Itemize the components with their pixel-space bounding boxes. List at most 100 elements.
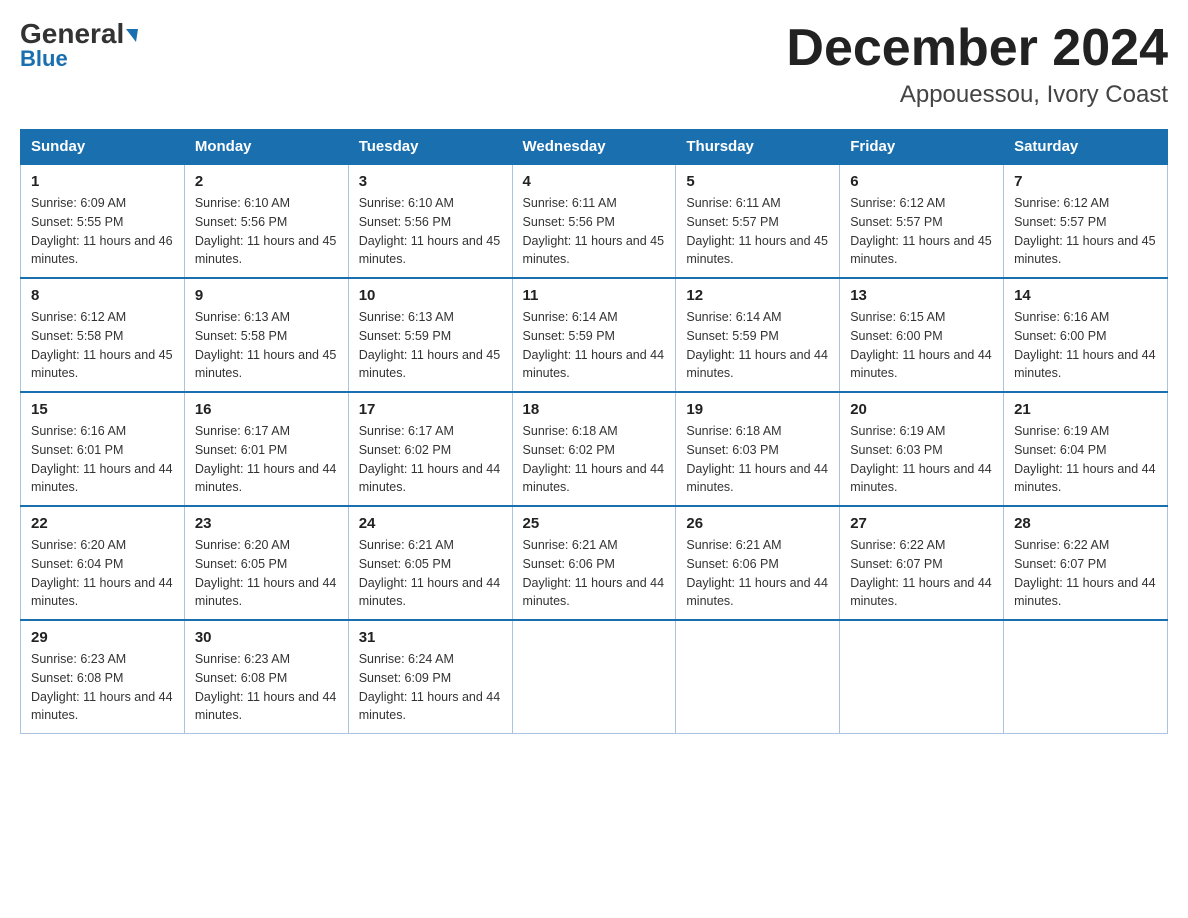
day-number: 29 — [31, 629, 174, 646]
calendar-cell: 5 Sunrise: 6:11 AMSunset: 5:57 PMDaylight… — [676, 164, 840, 278]
calendar-cell: 26 Sunrise: 6:21 AMSunset: 6:06 PMDayligh… — [676, 506, 840, 620]
day-info: Sunrise: 6:09 AMSunset: 5:55 PMDaylight:… — [31, 196, 173, 266]
calendar-cell: 13 Sunrise: 6:15 AMSunset: 6:00 PMDayligh… — [840, 278, 1004, 392]
calendar-cell: 19 Sunrise: 6:18 AMSunset: 6:03 PMDayligh… — [676, 392, 840, 506]
calendar-cell — [676, 620, 840, 734]
weekday-header-monday: Monday — [184, 130, 348, 165]
calendar-cell: 16 Sunrise: 6:17 AMSunset: 6:01 PMDayligh… — [184, 392, 348, 506]
day-number: 17 — [359, 401, 502, 418]
day-info: Sunrise: 6:14 AMSunset: 5:59 PMDaylight:… — [686, 310, 828, 380]
calendar-cell: 27Sunrise: 6:22 AMSunset: 6:07 PMDayligh… — [840, 506, 1004, 620]
month-title: December 2024 — [786, 20, 1168, 77]
weekday-header-friday: Friday — [840, 130, 1004, 165]
day-number: 28 — [1014, 515, 1157, 532]
weekday-header-row: SundayMondayTuesdayWednesdayThursdayFrid… — [21, 130, 1168, 165]
day-info: Sunrise: 6:11 AMSunset: 5:56 PMDaylight:… — [523, 196, 665, 266]
day-number: 18 — [523, 401, 666, 418]
day-number: 9 — [195, 287, 338, 304]
day-number: 24 — [359, 515, 502, 532]
logo-general: General — [20, 20, 138, 48]
calendar-cell: 18 Sunrise: 6:18 AMSunset: 6:02 PMDayligh… — [512, 392, 676, 506]
calendar-cell: 21Sunrise: 6:19 AMSunset: 6:04 PMDayligh… — [1004, 392, 1168, 506]
calendar-cell: 2 Sunrise: 6:10 AMSunset: 5:56 PMDaylight… — [184, 164, 348, 278]
day-number: 12 — [686, 287, 829, 304]
day-number: 2 — [195, 173, 338, 190]
day-number: 11 — [523, 287, 666, 304]
day-number: 27 — [850, 515, 993, 532]
day-info: Sunrise: 6:17 AMSunset: 6:01 PMDaylight:… — [195, 424, 337, 494]
weekday-header-saturday: Saturday — [1004, 130, 1168, 165]
week-row-2: 8 Sunrise: 6:12 AMSunset: 5:58 PMDaylight… — [21, 278, 1168, 392]
day-number: 8 — [31, 287, 174, 304]
calendar-cell: 20Sunrise: 6:19 AMSunset: 6:03 PMDayligh… — [840, 392, 1004, 506]
weekday-header-thursday: Thursday — [676, 130, 840, 165]
calendar-cell: 3 Sunrise: 6:10 AMSunset: 5:56 PMDaylight… — [348, 164, 512, 278]
calendar-cell: 22Sunrise: 6:20 AMSunset: 6:04 PMDayligh… — [21, 506, 185, 620]
day-number: 10 — [359, 287, 502, 304]
day-number: 14 — [1014, 287, 1157, 304]
calendar-cell: 4 Sunrise: 6:11 AMSunset: 5:56 PMDaylight… — [512, 164, 676, 278]
day-number: 6 — [850, 173, 993, 190]
day-info: Sunrise: 6:12 AMSunset: 5:58 PMDaylight:… — [31, 310, 173, 380]
day-info: Sunrise: 6:12 AMSunset: 5:57 PMDaylight:… — [1014, 196, 1156, 266]
weekday-header-wednesday: Wednesday — [512, 130, 676, 165]
day-number: 19 — [686, 401, 829, 418]
day-number: 20 — [850, 401, 993, 418]
week-row-4: 22Sunrise: 6:20 AMSunset: 6:04 PMDayligh… — [21, 506, 1168, 620]
day-info: Sunrise: 6:17 AMSunset: 6:02 PMDaylight:… — [359, 424, 501, 494]
calendar-cell: 29 Sunrise: 6:23 AMSunset: 6:08 PMDayligh… — [21, 620, 185, 734]
calendar-cell: 25 Sunrise: 6:21 AMSunset: 6:06 PMDayligh… — [512, 506, 676, 620]
calendar-cell: 31Sunrise: 6:24 AMSunset: 6:09 PMDayligh… — [348, 620, 512, 734]
day-info: Sunrise: 6:21 AMSunset: 6:06 PMDaylight:… — [523, 538, 665, 608]
page-header: General Blue December 2024 Appouessou, I… — [20, 20, 1168, 109]
calendar-cell: 17 Sunrise: 6:17 AMSunset: 6:02 PMDayligh… — [348, 392, 512, 506]
day-number: 23 — [195, 515, 338, 532]
day-number: 5 — [686, 173, 829, 190]
title-section: December 2024 Appouessou, Ivory Coast — [786, 20, 1168, 109]
day-info: Sunrise: 6:22 AMSunset: 6:07 PMDaylight:… — [1014, 538, 1156, 608]
day-number: 16 — [195, 401, 338, 418]
day-number: 13 — [850, 287, 993, 304]
calendar-cell: 10 Sunrise: 6:13 AMSunset: 5:59 PMDayligh… — [348, 278, 512, 392]
day-number: 15 — [31, 401, 174, 418]
day-number: 4 — [523, 173, 666, 190]
day-info: Sunrise: 6:18 AMSunset: 6:03 PMDaylight:… — [686, 424, 828, 494]
calendar-cell: 23Sunrise: 6:20 AMSunset: 6:05 PMDayligh… — [184, 506, 348, 620]
day-info: Sunrise: 6:12 AMSunset: 5:57 PMDaylight:… — [850, 196, 992, 266]
calendar-table: SundayMondayTuesdayWednesdayThursdayFrid… — [20, 129, 1168, 734]
calendar-cell: 14 Sunrise: 6:16 AMSunset: 6:00 PMDayligh… — [1004, 278, 1168, 392]
week-row-1: 1 Sunrise: 6:09 AMSunset: 5:55 PMDaylight… — [21, 164, 1168, 278]
day-info: Sunrise: 6:14 AMSunset: 5:59 PMDaylight:… — [523, 310, 665, 380]
day-info: Sunrise: 6:20 AMSunset: 6:04 PMDaylight:… — [31, 538, 173, 608]
calendar-cell: 28 Sunrise: 6:22 AMSunset: 6:07 PMDayligh… — [1004, 506, 1168, 620]
week-row-3: 15Sunrise: 6:16 AMSunset: 6:01 PMDayligh… — [21, 392, 1168, 506]
day-info: Sunrise: 6:23 AMSunset: 6:08 PMDaylight:… — [31, 652, 173, 722]
day-number: 26 — [686, 515, 829, 532]
day-info: Sunrise: 6:11 AMSunset: 5:57 PMDaylight:… — [686, 196, 828, 266]
day-info: Sunrise: 6:10 AMSunset: 5:56 PMDaylight:… — [195, 196, 337, 266]
day-info: Sunrise: 6:18 AMSunset: 6:02 PMDaylight:… — [523, 424, 665, 494]
day-number: 1 — [31, 173, 174, 190]
day-info: Sunrise: 6:19 AMSunset: 6:04 PMDaylight:… — [1014, 424, 1156, 494]
week-row-5: 29 Sunrise: 6:23 AMSunset: 6:08 PMDayligh… — [21, 620, 1168, 734]
calendar-cell — [840, 620, 1004, 734]
day-info: Sunrise: 6:15 AMSunset: 6:00 PMDaylight:… — [850, 310, 992, 380]
location-title: Appouessou, Ivory Coast — [786, 81, 1168, 109]
day-number: 31 — [359, 629, 502, 646]
day-info: Sunrise: 6:23 AMSunset: 6:08 PMDaylight:… — [195, 652, 337, 722]
calendar-cell — [1004, 620, 1168, 734]
calendar-cell: 8 Sunrise: 6:12 AMSunset: 5:58 PMDaylight… — [21, 278, 185, 392]
day-number: 30 — [195, 629, 338, 646]
calendar-cell: 24Sunrise: 6:21 AMSunset: 6:05 PMDayligh… — [348, 506, 512, 620]
day-number: 3 — [359, 173, 502, 190]
day-info: Sunrise: 6:16 AMSunset: 6:00 PMDaylight:… — [1014, 310, 1156, 380]
calendar-cell: 11 Sunrise: 6:14 AMSunset: 5:59 PMDayligh… — [512, 278, 676, 392]
day-info: Sunrise: 6:13 AMSunset: 5:59 PMDaylight:… — [359, 310, 501, 380]
day-info: Sunrise: 6:13 AMSunset: 5:58 PMDaylight:… — [195, 310, 337, 380]
day-info: Sunrise: 6:21 AMSunset: 6:06 PMDaylight:… — [686, 538, 828, 608]
day-info: Sunrise: 6:10 AMSunset: 5:56 PMDaylight:… — [359, 196, 501, 266]
day-number: 25 — [523, 515, 666, 532]
calendar-cell — [512, 620, 676, 734]
calendar-cell: 1 Sunrise: 6:09 AMSunset: 5:55 PMDaylight… — [21, 164, 185, 278]
logo: General Blue — [20, 20, 138, 72]
